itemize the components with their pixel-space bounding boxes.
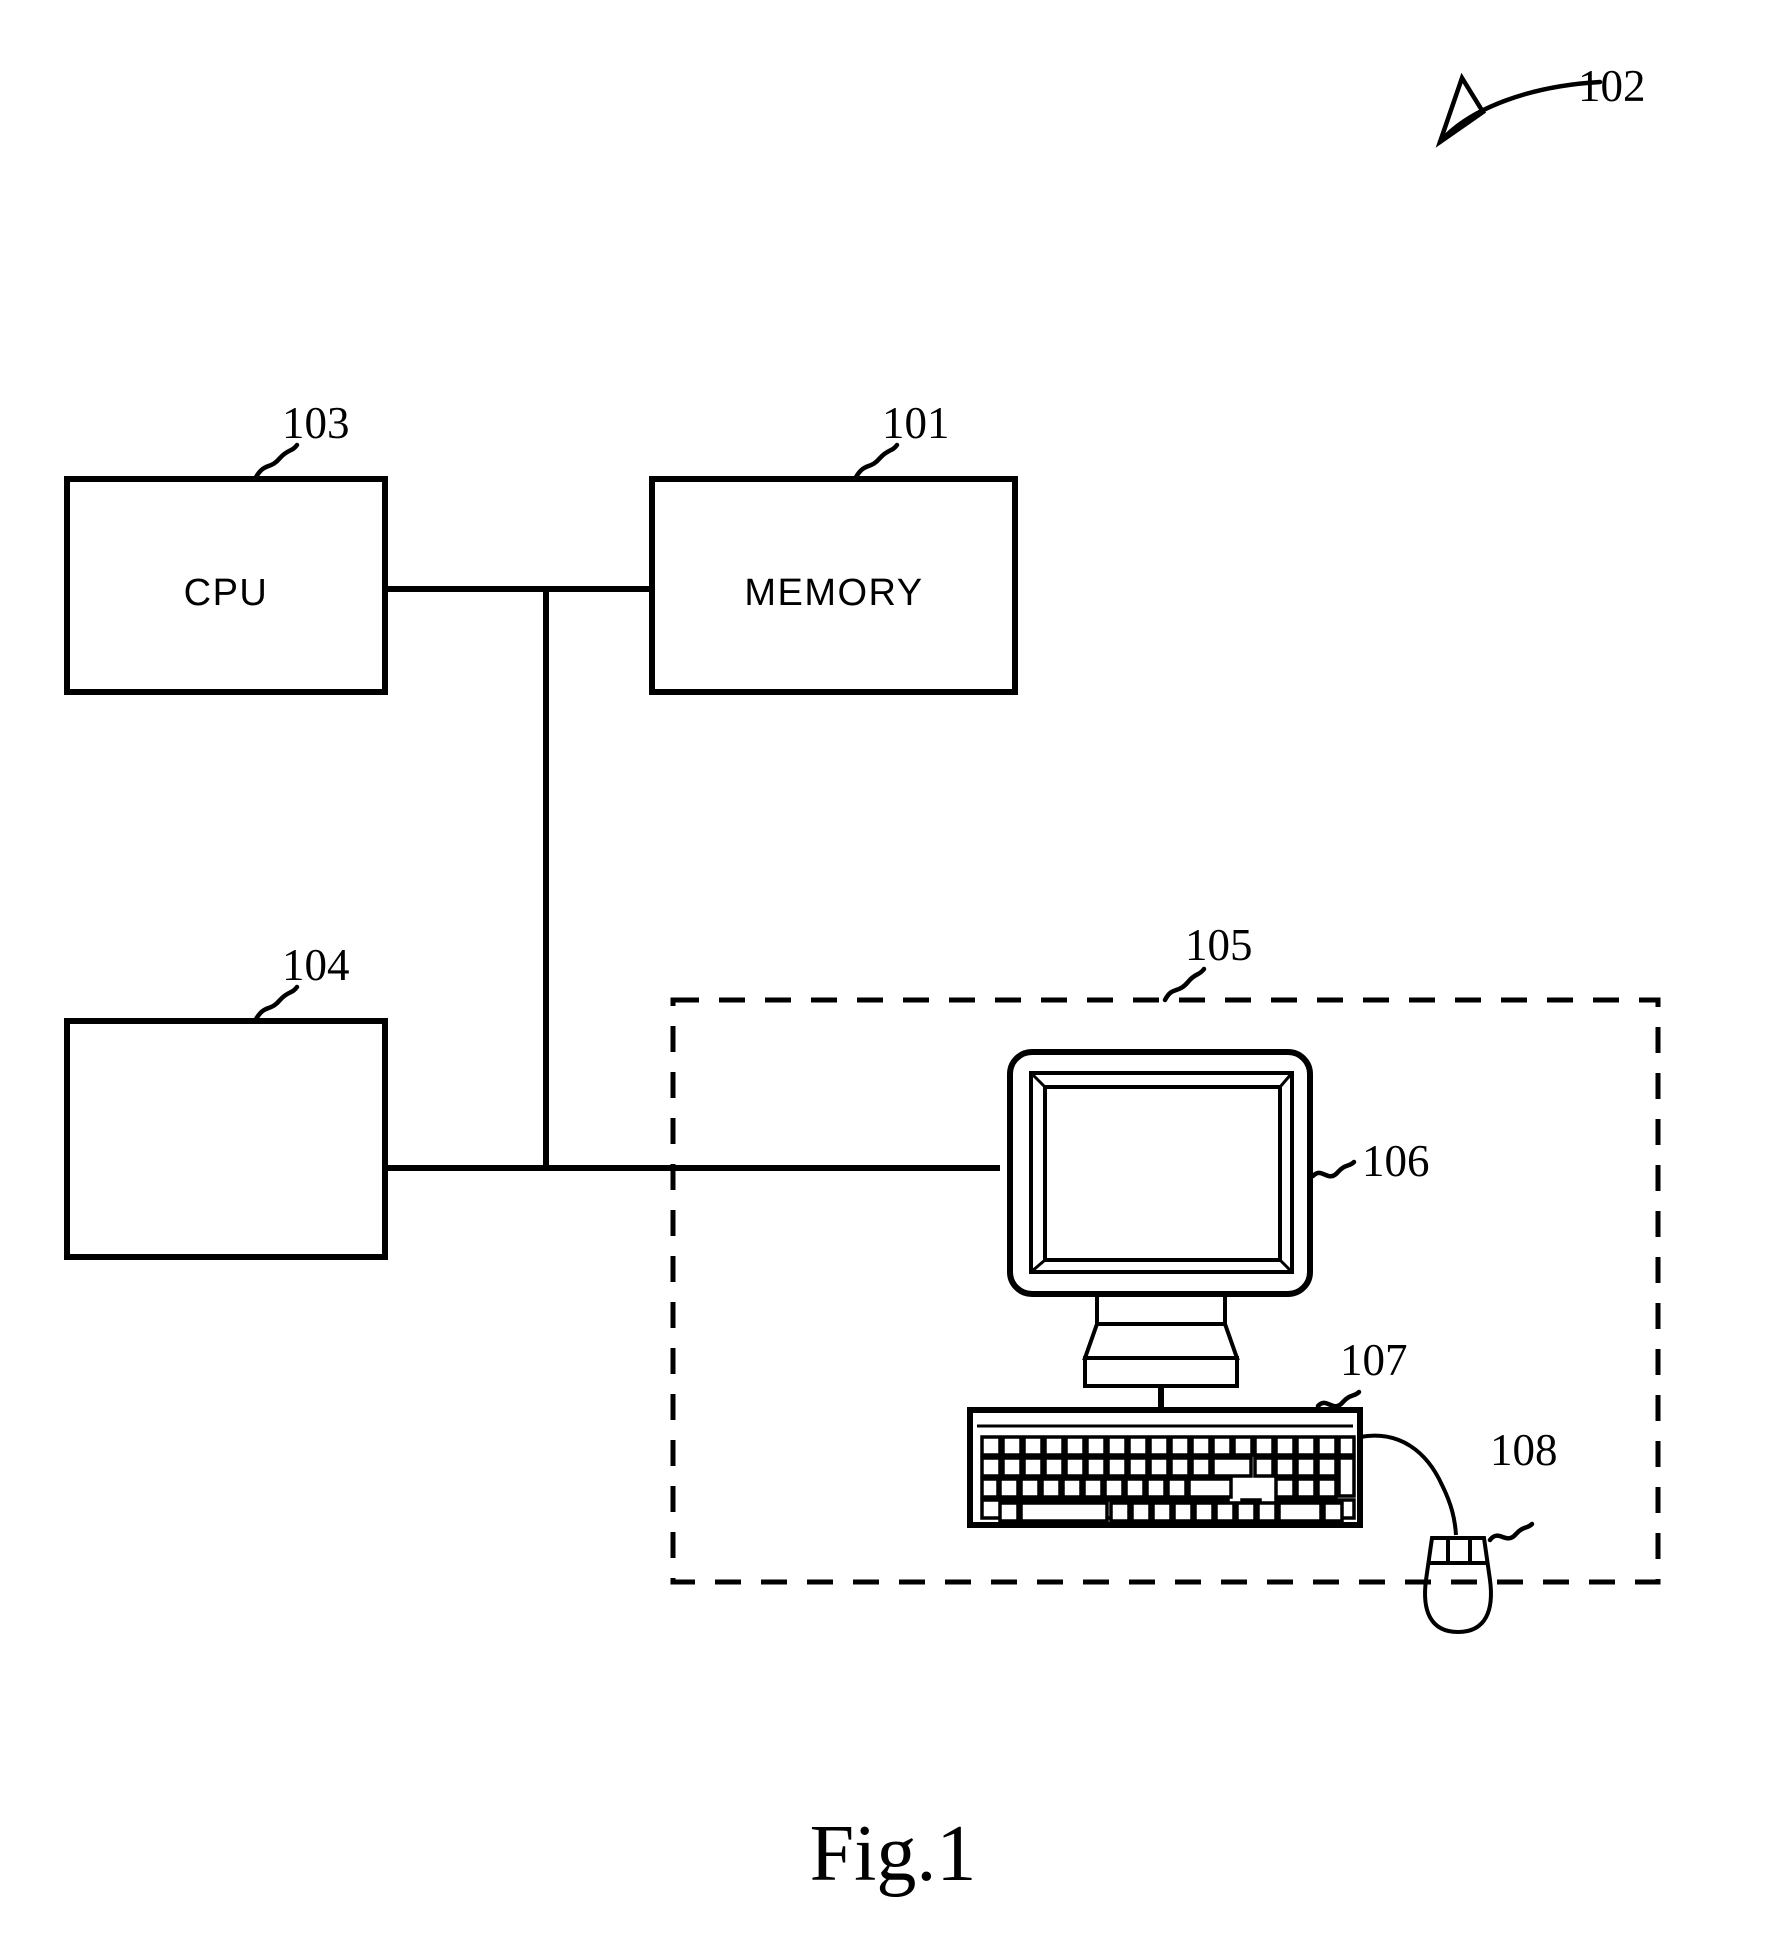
ref-number-106: 106 — [1362, 1136, 1430, 1186]
ref-number-103: 103 — [282, 398, 350, 448]
monitor-screen-face — [1048, 1090, 1277, 1257]
keyboard-row-3 — [998, 1477, 1338, 1499]
cpu-box-label: CPU — [184, 572, 269, 614]
ref-number-107: 107 — [1340, 1335, 1408, 1385]
mouse-body — [1423, 1536, 1493, 1635]
mouse: 108 — [1359, 1425, 1558, 1635]
block-memory: MEMORY 101 — [649, 398, 1018, 695]
io-unit-ref-leader — [253, 984, 300, 1022]
block-cpu: CPU 103 — [64, 398, 388, 695]
mouse-ref-leader — [1487, 1521, 1535, 1543]
keyboard-ref-leader — [1315, 1389, 1362, 1409]
monitor-stand-neck — [1095, 1292, 1227, 1326]
system-callout-102: 102 — [1435, 61, 1646, 148]
figure-canvas: 102 CPU 103 MEMORY 101 104 105 106 107 1… — [64, 61, 1661, 1898]
monitor-stand-base — [1083, 1356, 1239, 1388]
ref-number-102: 102 — [1578, 61, 1646, 111]
bus-lines — [385, 586, 1000, 1171]
block-io-unit: 104 — [64, 940, 388, 1260]
ref-number-104: 104 — [282, 940, 350, 990]
keyboard-row-5 — [998, 1501, 1344, 1523]
monitor-bevel-tl — [1029, 1071, 1047, 1089]
patent-figure: 102 CPU 103 MEMORY 101 104 105 106 107 1… — [0, 0, 1787, 1942]
memory-box-label: MEMORY — [744, 572, 923, 614]
keyboard-row-1 — [980, 1435, 1356, 1457]
mouse-cable — [1359, 1433, 1458, 1536]
cpu-ref-leader — [253, 442, 300, 480]
io-unit-box — [64, 1018, 388, 1260]
workstation-ref-leader — [1162, 966, 1207, 1003]
memory-ref-leader — [853, 442, 900, 480]
ref-number-105: 105 — [1185, 920, 1253, 970]
ref-number-101: 101 — [882, 398, 950, 448]
monitor-ref-leader — [1310, 1159, 1357, 1179]
monitor-stand-trapezoid — [1082, 1322, 1240, 1360]
figure-caption: Fig.1 — [810, 1810, 977, 1898]
ref-number-108: 108 — [1490, 1425, 1558, 1475]
keyboard: 107 — [967, 1335, 1408, 1528]
callout-102-leader — [1437, 79, 1603, 145]
